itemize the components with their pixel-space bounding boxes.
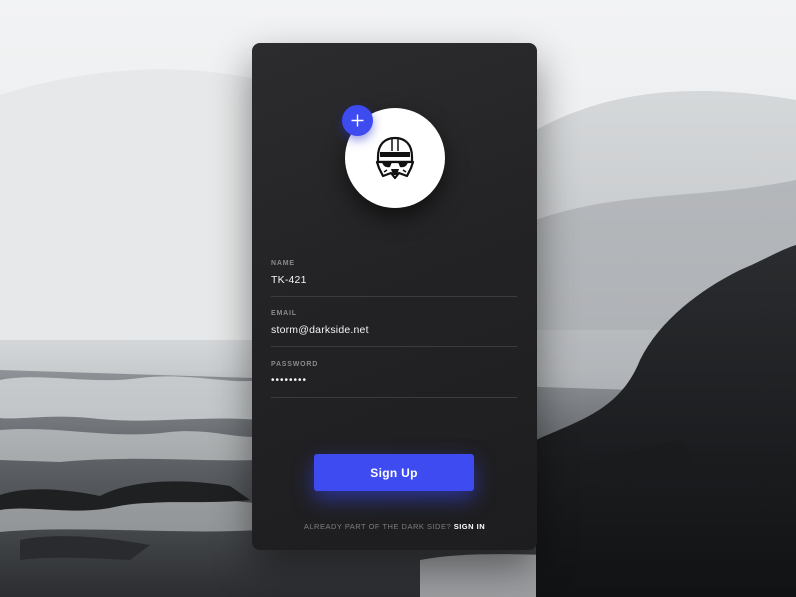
name-label: NAME: [271, 260, 295, 267]
email-label: EMAIL: [271, 310, 297, 317]
sign-up-button[interactable]: Sign Up: [314, 454, 474, 491]
email-field[interactable]: EMAIL storm@darkside.net: [271, 310, 517, 347]
password-input[interactable]: ••••••••: [271, 375, 517, 397]
signin-prompt-text: ALREADY PART OF THE DARK SIDE?: [303, 522, 452, 531]
avatar-area: [342, 105, 445, 208]
plus-icon: [351, 114, 364, 127]
add-photo-button[interactable]: [342, 105, 373, 136]
name-input[interactable]: TK-421: [271, 274, 517, 296]
background-scene: NAME TK-421 EMAIL storm@darkside.net PAS…: [0, 0, 796, 597]
name-field[interactable]: NAME TK-421: [271, 260, 517, 297]
password-field[interactable]: PASSWORD ••••••••: [271, 361, 517, 398]
sign-in-link[interactable]: SIGN IN: [454, 522, 485, 531]
stormtrooper-helmet-icon: [375, 136, 415, 180]
password-label: PASSWORD: [271, 361, 319, 368]
email-input[interactable]: storm@darkside.net: [271, 324, 517, 346]
signup-card: NAME TK-421 EMAIL storm@darkside.net PAS…: [252, 43, 537, 550]
signin-prompt: ALREADY PART OF THE DARK SIDE? SIGN IN: [252, 522, 537, 531]
